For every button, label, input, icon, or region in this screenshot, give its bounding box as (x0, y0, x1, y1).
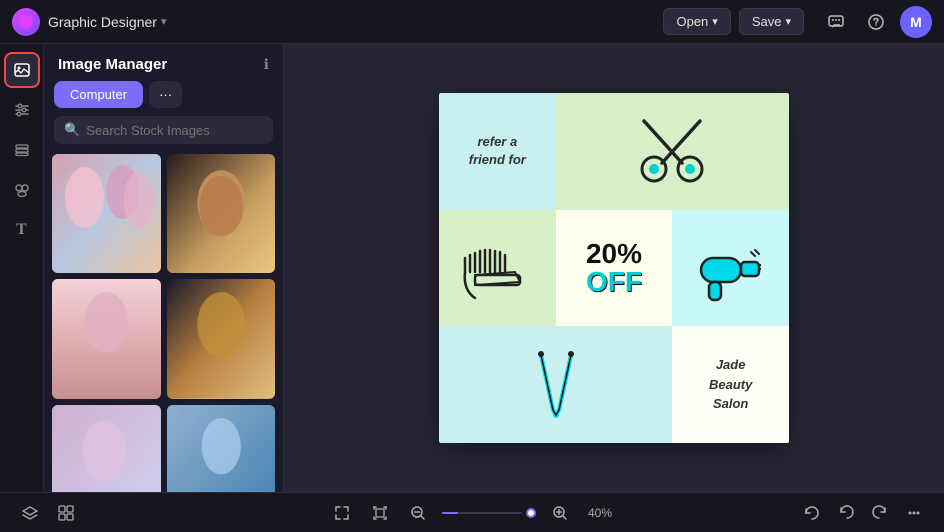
salon-line2: Beauty (709, 375, 752, 395)
image-manager-panel: Image Manager ℹ Computer ··· 🔍 (44, 44, 284, 492)
canvas-area: refer afriend for (284, 44, 944, 492)
sidebar-item-adjustments[interactable] (4, 92, 40, 128)
save-button[interactable]: Save ▾ (739, 8, 804, 35)
list-item[interactable] (167, 279, 276, 398)
list-item[interactable] (52, 405, 161, 492)
bottom-bar: 40% (0, 492, 944, 532)
salon-line3: Salon (709, 394, 752, 414)
panel-title: Image Manager (58, 56, 167, 73)
reset-icon[interactable] (798, 499, 826, 527)
computer-tab[interactable]: Computer (54, 81, 143, 108)
redo-icon (871, 504, 889, 522)
canvas-cell-4: 20% OFF (556, 210, 673, 327)
zoom-in-icon (552, 505, 568, 521)
grid-icon-svg (57, 504, 75, 522)
canvas-cell-2 (556, 93, 789, 210)
search-icon: 🔍 (64, 122, 80, 138)
zoom-out-icon (410, 505, 426, 521)
app-logo[interactable] (12, 8, 40, 36)
thumb-5 (52, 405, 161, 492)
help-icon (867, 13, 885, 31)
layers-icon (13, 141, 31, 159)
zoom-level: 40% (584, 506, 616, 520)
design-canvas: refer afriend for (439, 93, 789, 443)
undo-icon (837, 504, 855, 522)
more-options-icon (905, 504, 923, 522)
image-gallery (44, 154, 283, 492)
zoom-out-button[interactable] (404, 499, 432, 527)
zoom-in-button[interactable] (546, 499, 574, 527)
tweezers-icon (511, 340, 601, 430)
sidebar-icons: T (0, 44, 44, 492)
sidebar-item-elements[interactable] (4, 172, 40, 208)
refer-text: refer afriend for (469, 133, 526, 169)
zoom-fill (442, 512, 458, 514)
open-button[interactable]: Open ▾ (663, 8, 730, 35)
sidebar-item-layers[interactable] (4, 132, 40, 168)
chat-icon (827, 13, 845, 31)
list-item[interactable] (52, 154, 161, 273)
main-layout: T Image Manager ℹ Computer ··· 🔍 (0, 44, 944, 492)
adjustments-icon (13, 101, 31, 119)
fit-icon-svg (371, 504, 389, 522)
list-item[interactable] (52, 279, 161, 398)
topbar-icon-group: M (820, 6, 932, 38)
panel-tabs: Computer ··· (44, 81, 283, 116)
expand-icon[interactable] (328, 499, 356, 527)
grid-bottom-icon[interactable] (52, 499, 80, 527)
more-options-button[interactable] (900, 499, 928, 527)
thumb-3 (52, 279, 161, 398)
comb-razor-icon (460, 230, 535, 305)
thumb-4 (167, 279, 276, 398)
canvas-cell-1: refer afriend for (439, 93, 556, 210)
expand-icon-svg (333, 504, 351, 522)
bottom-center-tools: 40% (328, 499, 616, 527)
more-tab[interactable]: ··· (149, 81, 182, 108)
salon-line1: Jade (709, 355, 752, 375)
list-item[interactable] (167, 154, 276, 273)
elements-icon (13, 181, 31, 199)
text-icon: T (16, 221, 27, 239)
sidebar-item-text[interactable]: T (4, 212, 40, 248)
sidebar-item-images[interactable] (4, 52, 40, 88)
thumb-1 (52, 154, 161, 273)
zoom-track (442, 512, 522, 514)
list-item[interactable] (167, 405, 276, 492)
redo-button[interactable] (866, 499, 894, 527)
search-bar[interactable]: 🔍 (54, 116, 273, 144)
fit-icon[interactable] (366, 499, 394, 527)
percent-text: 20% (586, 240, 642, 268)
image-grid (52, 154, 275, 492)
zoom-handle[interactable] (526, 508, 536, 518)
help-icon-btn[interactable] (860, 6, 892, 38)
user-avatar[interactable]: M (900, 6, 932, 38)
canvas-wrapper: refer afriend for (439, 93, 789, 443)
canvas-cell-5 (672, 210, 789, 327)
zoom-slider[interactable] (442, 508, 536, 518)
app-name-label: Graphic Designer (48, 14, 157, 30)
bottom-right-tools (798, 499, 928, 527)
hairdryer-icon (693, 230, 768, 305)
thumb-6 (167, 405, 276, 492)
app-name-chevron: ▾ (161, 15, 167, 28)
canvas-cell-3 (439, 210, 556, 327)
layers-bottom-icon-svg (21, 504, 39, 522)
topbar: Graphic Designer ▾ Open ▾ Save ▾ M (0, 0, 944, 44)
off-text: OFF (586, 268, 642, 296)
panel-header: Image Manager ℹ (44, 44, 283, 81)
thumb-2 (167, 154, 276, 273)
info-icon[interactable]: ℹ (264, 56, 269, 73)
chat-icon-btn[interactable] (820, 6, 852, 38)
canvas-cell-6 (439, 326, 672, 443)
canvas-cell-7: Jade Beauty Salon (672, 326, 789, 443)
images-icon (13, 61, 31, 79)
undo-button[interactable] (832, 499, 860, 527)
layers-bottom-icon[interactable] (16, 499, 44, 527)
app-name-menu[interactable]: Graphic Designer ▾ (48, 14, 166, 30)
search-input[interactable] (86, 123, 263, 138)
scissors-icon (632, 111, 712, 191)
bottom-left-tools (16, 499, 80, 527)
reset-icon-svg (803, 504, 821, 522)
